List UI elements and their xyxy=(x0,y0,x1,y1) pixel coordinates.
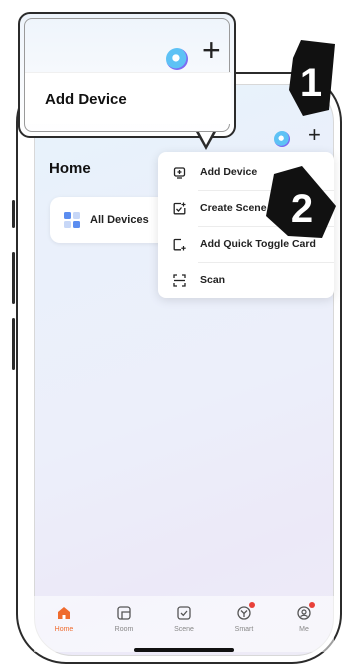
tab-scene[interactable]: Scene xyxy=(159,604,209,633)
callout-menu-card: Add Device xyxy=(25,72,231,124)
scene-icon xyxy=(175,604,193,622)
add-device-icon xyxy=(172,165,186,179)
tab-label: Home xyxy=(54,626,74,633)
step-badge-two: 2 xyxy=(262,166,338,245)
notification-badge xyxy=(249,602,255,608)
phone-side-button xyxy=(12,252,15,304)
step-number: 2 xyxy=(291,187,313,231)
step-badge-one: 1 xyxy=(287,40,337,123)
all-devices-label: All Devices xyxy=(90,214,149,226)
home-title[interactable]: Home xyxy=(49,160,91,177)
phone-side-button xyxy=(12,200,15,228)
tab-label: Me xyxy=(299,626,309,633)
assistant-avatar-icon xyxy=(166,48,188,70)
menu-item-label: Scan xyxy=(200,274,226,286)
tab-label: Room xyxy=(114,626,134,633)
menu-item-label: Create Scene xyxy=(200,202,267,214)
room-icon xyxy=(115,604,133,622)
scan-icon xyxy=(172,273,186,287)
assistant-avatar-icon[interactable] xyxy=(274,131,290,147)
plus-icon: + xyxy=(202,32,221,68)
tab-home[interactable]: Home xyxy=(39,604,89,633)
callout-title: Add Device xyxy=(45,91,127,108)
smart-icon xyxy=(235,602,255,622)
tab-label: Smart xyxy=(234,626,254,633)
tab-label: Scene xyxy=(174,626,194,633)
tab-room[interactable]: Room xyxy=(99,604,149,633)
home-icon xyxy=(55,604,73,622)
create-scene-icon xyxy=(172,201,186,215)
notification-badge xyxy=(309,602,315,608)
me-icon xyxy=(295,602,315,622)
home-indicator xyxy=(134,648,234,652)
zoom-callout: + Add Device xyxy=(18,12,236,138)
phone-side-button xyxy=(12,318,15,370)
callout-pointer-inner xyxy=(199,132,213,145)
devices-grid-icon xyxy=(64,212,80,228)
tab-smart[interactable]: Smart xyxy=(219,602,269,633)
tab-me[interactable]: Me xyxy=(279,602,329,633)
menu-item-label: Add Device xyxy=(200,166,258,178)
quick-toggle-icon xyxy=(172,237,186,251)
step-number: 1 xyxy=(300,61,322,105)
menu-item-scan[interactable]: Scan xyxy=(158,262,334,298)
bottom-tab-bar: Home Room Scene Smart Me xyxy=(34,596,334,652)
all-devices-tab[interactable]: All Devices xyxy=(50,197,170,243)
add-plus-button[interactable]: + xyxy=(308,124,321,146)
